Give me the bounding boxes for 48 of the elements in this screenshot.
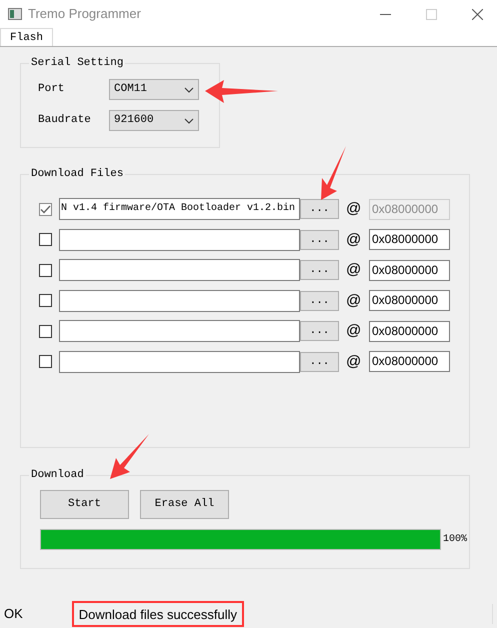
checkbox[interactable] <box>39 233 52 246</box>
address-field[interactable]: 0x08000000 <box>369 229 450 250</box>
browse-button[interactable]: ... <box>300 352 339 372</box>
address-field[interactable]: 0x08000000 <box>369 290 450 312</box>
at-sign: @ <box>346 321 358 341</box>
browse-button[interactable]: ... <box>300 290 339 311</box>
window-title: Tremo Programmer <box>28 5 141 24</box>
field-label: Baudrate <box>38 113 92 128</box>
checkbox[interactable] <box>39 294 52 308</box>
file-path-field[interactable] <box>59 259 300 282</box>
file-path-field[interactable] <box>59 320 300 342</box>
at-sign: @ <box>346 199 358 219</box>
at-sign: @ <box>346 230 358 250</box>
file-path-field[interactable]: N v1.4 firmware/OTA Bootloader v1.2.bin <box>59 198 300 220</box>
browse-button[interactable]: ... <box>300 260 339 280</box>
at-sign: @ <box>346 352 358 372</box>
group-title: Serial Setting <box>29 56 126 70</box>
checkbox[interactable] <box>39 324 52 338</box>
status-text: OK <box>3 605 23 624</box>
address-field[interactable]: 0x08000000 <box>369 320 450 342</box>
action-button[interactable]: Start <box>40 490 129 519</box>
file-path-field[interactable] <box>59 228 300 251</box>
file-path-field[interactable] <box>59 290 300 312</box>
at-sign: @ <box>346 290 358 310</box>
browse-button[interactable]: ... <box>300 321 339 342</box>
field-label: Port <box>38 82 66 98</box>
progress-reading: 100% <box>443 533 468 547</box>
chevron-down-icon <box>184 118 194 124</box>
address-field[interactable]: 0x08000000 <box>369 351 450 372</box>
address-field[interactable]: 0x08000000 <box>369 260 450 281</box>
maximize-icon <box>426 8 437 20</box>
chevron-down-icon <box>184 86 194 92</box>
checkbox[interactable] <box>39 264 52 277</box>
file-path-field[interactable] <box>59 350 300 373</box>
annotation-arrow <box>110 434 149 479</box>
dropdown[interactable]: COM11 <box>109 79 199 100</box>
dropdown[interactable]: 921600 <box>109 110 199 131</box>
checkbox[interactable] <box>39 202 52 216</box>
at-sign: @ <box>346 260 358 280</box>
browse-button[interactable]: ... <box>300 230 339 250</box>
checkbox[interactable] <box>39 355 52 368</box>
annotation-arrow <box>321 146 346 200</box>
close-icon[interactable] <box>472 8 483 20</box>
tab[interactable]: Flash <box>0 28 54 46</box>
app-icon <box>8 8 22 20</box>
action-button[interactable]: Erase All <box>140 490 229 519</box>
browse-button[interactable]: ... <box>300 199 339 220</box>
status-message: Download files successfully <box>72 601 244 627</box>
